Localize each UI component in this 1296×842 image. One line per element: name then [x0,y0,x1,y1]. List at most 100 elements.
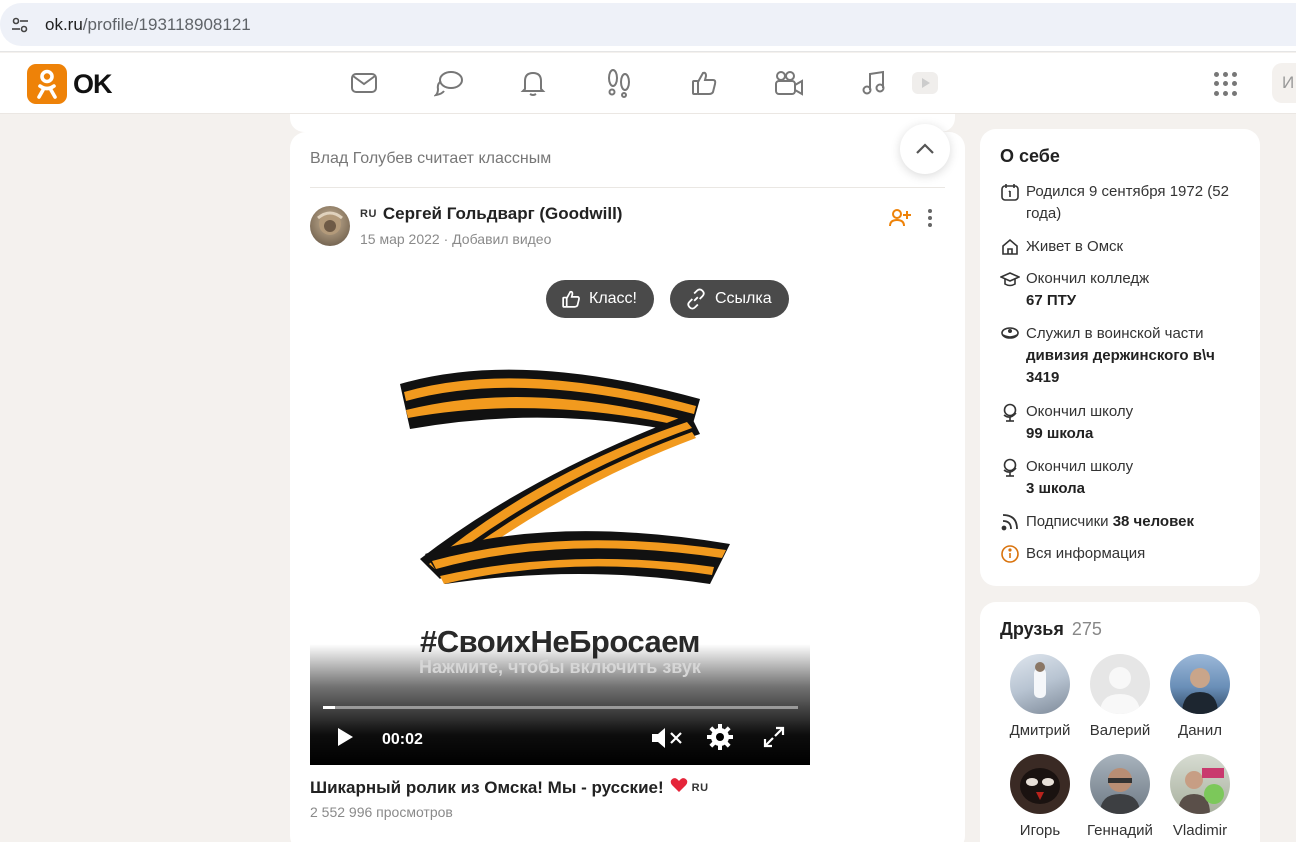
globe-icon [1003,403,1017,422]
friend-avatar [1090,654,1150,714]
all-info-text: Вся информация [1026,545,1146,562]
site-header: OK И [0,53,1296,114]
military-cap-icon [1001,327,1019,339]
friend-name: Дмитрий [1009,722,1071,739]
play-icon[interactable] [334,725,356,749]
video-title-text: Шикарный ролик из Омска! Мы - русские! [310,777,664,797]
friend-avatar [1010,654,1070,714]
about-subscribers[interactable]: Подписчики 38 человек [1000,511,1245,533]
friend-item[interactable]: Игорь [1000,754,1080,839]
settings-gear-icon[interactable] [706,723,734,751]
post-meta: 15 мар 2022 · Добавил видео [360,231,552,247]
military-label: Служил в воинской части [1026,325,1204,342]
logo-text: OK [73,68,112,99]
video-player[interactable]: Класс! Ссылка #СвоихНеБросаем Нажмите, ч… [310,268,810,765]
ru-badge: RU [691,781,709,794]
search-input[interactable]: И [1272,63,1296,103]
friends-card: Друзья 275 Дмитрий Валерий Данил Игорь Ге… [980,602,1260,842]
progress-bar[interactable] [323,706,798,709]
friends-title[interactable]: Друзья 275 [1000,619,1102,640]
about-lives-text: Живет в Омск [1026,238,1124,255]
post-context[interactable]: Влад Голубев считает классным [310,150,551,168]
mail-icon[interactable] [348,67,380,99]
music-icon[interactable] [858,67,890,99]
info-icon [1001,545,1019,563]
chat-icon[interactable] [433,67,465,99]
heart-icon [670,777,688,798]
military-value[interactable]: дивизия держинского в\ч 3419 [1026,345,1245,389]
post-action: Добавил видео [452,231,552,247]
school1-label: Окончил школу [1026,403,1134,420]
about-school-1: Окончил школу 99 школа [1000,401,1245,445]
school2-label: Окончил школу [1026,458,1134,475]
friend-avatar [1010,754,1070,814]
like-icon[interactable] [688,67,720,99]
friend-name: Валерий [1089,722,1151,739]
klass-label: Класс! [589,290,637,307]
apps-grid-icon[interactable] [1212,70,1240,98]
scroll-up-button[interactable] [900,124,950,174]
guests-icon[interactable] [603,67,635,99]
video-camera-icon[interactable] [773,67,805,99]
url-host: ok.ru [45,14,83,34]
ribbon-z-image [400,369,730,584]
friend-avatar [1090,754,1150,814]
browser-toolbar: ok.ru/profile/193118908121 [0,0,1296,52]
chevron-up-icon [916,143,934,154]
about-lives: Живет в Омск [1000,236,1245,258]
friend-name: Геннадий [1087,822,1153,839]
about-title: О себе [1000,146,1060,166]
college-value[interactable]: 67 ПТУ [1026,290,1149,312]
link-label: Ссылка [715,290,772,307]
about-military: Служил в воинской части дивизия держинско… [1000,323,1245,389]
video-play-icon[interactable] [909,67,941,99]
bell-icon[interactable] [517,67,549,99]
view-count: 2 552 996 просмотров [310,804,453,820]
school2-value[interactable]: 3 школа [1026,478,1133,500]
college-label: Окончил колледж [1026,270,1150,287]
graduation-cap-icon [1000,272,1020,287]
all-info-link[interactable]: Вся информация [1000,543,1245,565]
divider [310,187,945,188]
klass-button[interactable]: Класс! [546,280,654,318]
friend-item[interactable]: Валерий [1080,654,1160,739]
link-button[interactable]: Ссылка [670,280,789,318]
video-time: 00:02 [382,731,423,748]
author-name[interactable]: Сергей Гольдварг (Goodwill) [383,204,623,224]
friend-name: Данил [1178,722,1222,739]
video-title[interactable]: Шикарный ролик из Омска! Мы - русские! R… [310,777,709,798]
about-born-text: Родился 9 сентября 1972 (52 года) [1026,183,1229,222]
sound-hint[interactable]: Нажмите, чтобы включить звук [310,657,810,678]
ok-logo[interactable]: OK [27,64,112,104]
more-options-icon[interactable] [918,206,942,230]
subscribers-value: 38 человек [1112,513,1194,530]
previous-post-edge [290,114,955,132]
friend-item[interactable]: Дмитрий [1000,654,1080,739]
muted-speaker-icon[interactable] [650,725,684,751]
fullscreen-icon[interactable] [762,725,786,749]
friend-item[interactable]: Данил [1160,654,1240,739]
about-birthday: Родился 9 сентября 1972 (52 года) [1000,181,1245,225]
post-date: 15 мар 2022 [360,231,440,247]
friend-item[interactable]: Vladimir [1160,754,1240,839]
rss-icon [1001,514,1018,531]
school1-value[interactable]: 99 школа [1026,423,1133,445]
friend-name: Vladimir [1172,822,1228,839]
friend-avatar [1170,754,1230,814]
ru-badge: RU [360,208,377,220]
address-bar[interactable]: ok.ru/profile/193118908121 [0,3,1296,46]
home-icon [1002,238,1018,255]
friend-item[interactable]: Геннадий [1080,754,1160,839]
author-avatar[interactable] [310,206,350,246]
add-friend-icon[interactable] [888,206,912,230]
site-settings-icon[interactable] [6,11,34,39]
link-icon [687,288,705,310]
friends-count: 275 [1071,619,1102,639]
feed-post: Влад Голубев считает классным RU Сергей … [290,132,965,842]
subscribers-label: Подписчики [1026,513,1109,530]
friend-name: Игорь [1019,822,1061,839]
calendar-icon [1001,184,1019,201]
friend-avatar [1170,654,1230,714]
address-text[interactable]: ok.ru/profile/193118908121 [45,15,251,35]
about-card: О себе Родился 9 сентября 1972 (52 года)… [980,129,1260,586]
